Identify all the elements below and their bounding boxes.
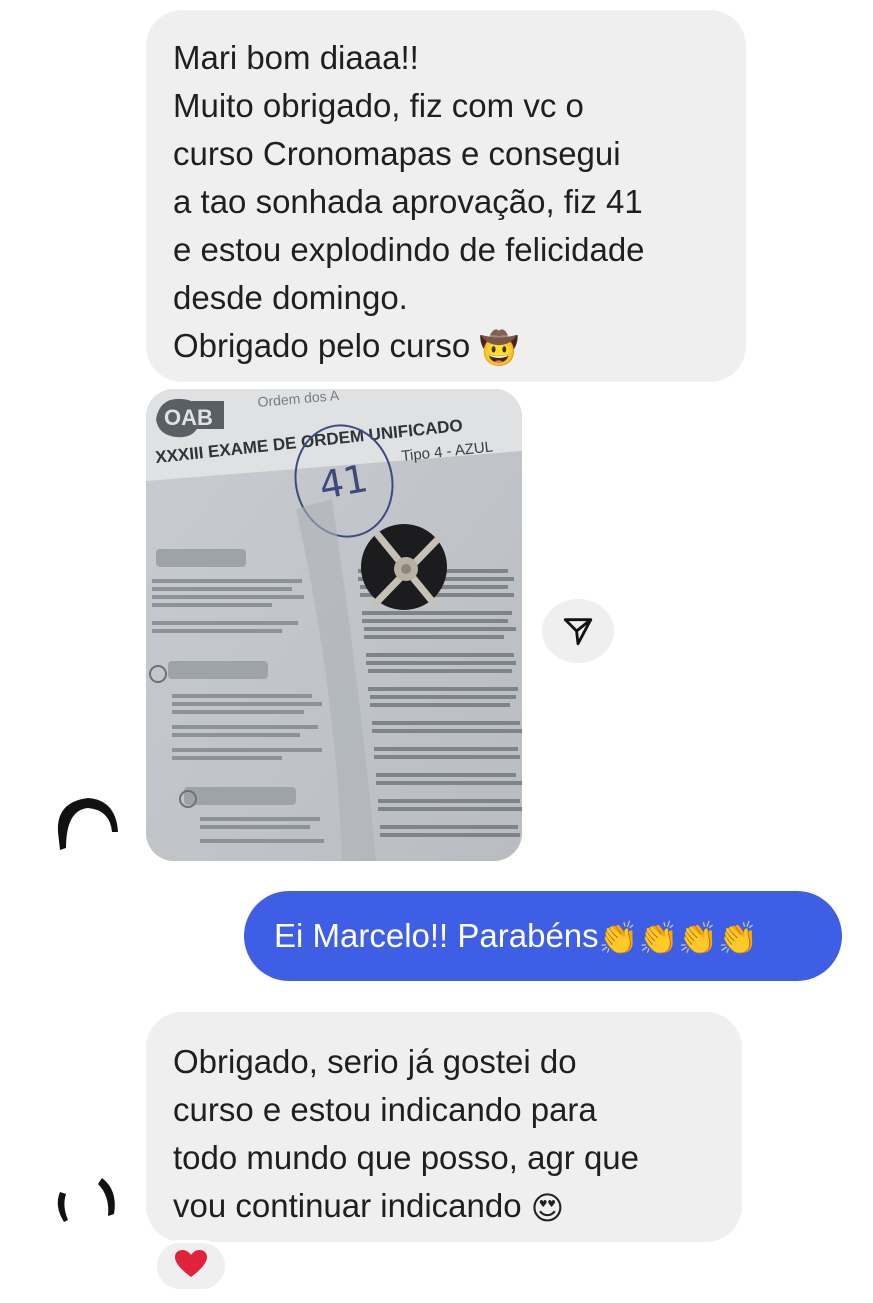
paper-plane-icon — [563, 618, 593, 646]
message-line: curso Cronomapas e consegui — [173, 135, 621, 172]
share-button[interactable] — [542, 599, 614, 663]
message-line: e estou explodindo de felicidade — [173, 231, 645, 268]
oab-logo-text: OAB — [164, 405, 213, 430]
profile-avatar[interactable] — [52, 1170, 122, 1240]
heart-icon — [175, 1249, 207, 1283]
message-text: Obrigado pelo curso — [173, 327, 471, 364]
message-line: Obrigado pelo curso 🤠 — [173, 322, 746, 372]
photo-message[interactable]: OAB Ordem dos A XXXIII EXAME DE ORDEM UN… — [146, 389, 522, 861]
message-line: curso e estou indicando para — [173, 1091, 597, 1128]
incoming-message-bubble[interactable]: Obrigado, serio já gostei do curso e est… — [146, 1012, 742, 1242]
message-text: Ei Marcelo!! Parabéns — [274, 917, 599, 954]
message-line: Obrigado, serio já gostei do — [173, 1043, 577, 1080]
clapping-hands-emoji: 👏👏👏👏 — [598, 919, 759, 957]
exam-photo: OAB Ordem dos A XXXIII EXAME DE ORDEM UN… — [146, 389, 522, 861]
message-line: Mari bom diaaa!! — [173, 39, 419, 76]
profile-avatar[interactable] — [52, 792, 122, 862]
message-line: desde domingo. — [173, 279, 408, 316]
message-text: vou continuar indicando — [173, 1187, 522, 1224]
message-line: vou continuar indicando 😍 — [173, 1182, 742, 1232]
message-line: a tao sonhada aprovação, fiz 41 — [173, 183, 643, 220]
cowboy-emoji: 🤠 — [479, 329, 520, 367]
avatar-image — [57, 1178, 115, 1222]
outgoing-message-bubble[interactable]: Ei Marcelo!! Parabéns👏👏👏👏 — [244, 891, 842, 981]
avatar-image — [57, 798, 118, 850]
message-line: todo mundo que posso, agr que — [173, 1139, 640, 1176]
incoming-message-bubble[interactable]: Mari bom diaaa!! Muito obrigado, fiz com… — [146, 10, 746, 382]
circled-score: 41 — [316, 456, 371, 508]
reaction-badge[interactable] — [154, 1240, 228, 1292]
message-line: Muito obrigado, fiz com vc o — [173, 87, 584, 124]
heart-eyes-emoji: 😍 — [530, 1189, 565, 1227]
